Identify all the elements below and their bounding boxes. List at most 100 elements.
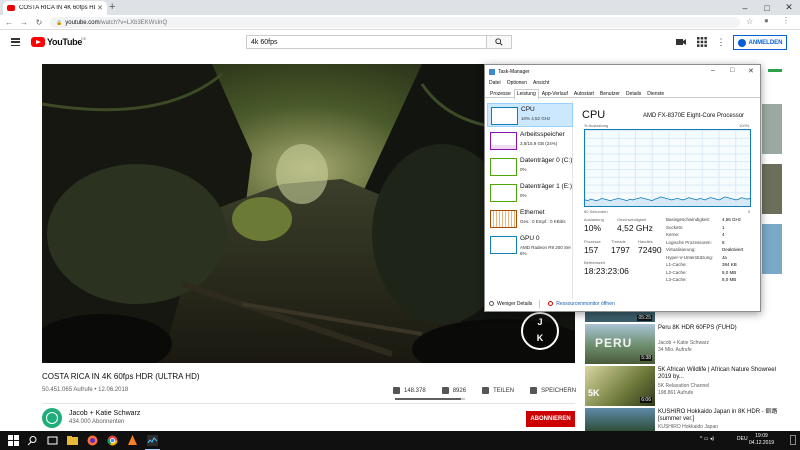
thumbs-down-icon[interactable] [441,387,449,394]
resource-monitor-link[interactable]: Ressourcenmonitor öffnen [556,301,615,307]
spec-key: Sockets: [666,224,684,230]
close-window-button[interactable]: ✕ [778,0,800,15]
taskbar-clock[interactable]: 19:09 04.12.2019 [749,433,774,447]
windows-start-icon[interactable] [8,435,19,446]
collapse-chevron-icon[interactable] [489,301,494,306]
channel-name[interactable]: Jacob + Katie Schwarz [69,410,140,417]
search-input[interactable]: 4k 60fps [246,35,486,49]
sidebar-item[interactable]: 5K 6:06 5K African Wildlife | African Na… [585,366,795,406]
sidebar-thumbnail[interactable]: PERU 5:38 [585,324,655,364]
share-icon[interactable] [482,387,490,394]
browser-tab[interactable]: COSTA RICA IN 4K 60fps HDR ✕ [3,1,107,15]
tm-close-button[interactable]: ✕ [748,67,754,75]
divider [42,403,575,404]
resource-memory[interactable]: Arbeitsspeicher 3,8/15,9 GB (24%) [487,129,573,153]
thumbs-up-icon[interactable] [393,387,400,394]
resource-cpu[interactable]: CPU 10% 4,52 GHz [487,103,573,127]
task-view-icon[interactable] [47,435,58,446]
address-bar-row: ← → ↻ 🔒 youtube.com /watch?v=LXb3EKWsInQ… [0,15,800,30]
sign-in-button[interactable]: ANMELDEN [733,35,787,50]
resource-disk-0[interactable]: Datenträger 0 (C:) 0% [487,155,573,179]
tab-processes[interactable]: Prozesse [487,89,514,97]
subscribe-button[interactable]: ABONNIEREN [526,411,575,427]
sidebar-thumbnail[interactable]: 5K 6:06 [585,366,655,406]
sidebar-item-views: 198.861 Aufrufe [658,390,694,396]
resource-gpu[interactable]: GPU 0 AMD Radeon R9 200 Ser 6% [487,233,573,263]
task-manager-taskbar-icon[interactable] [147,435,158,446]
sidebar-item-partial[interactable]: 05:25 [585,312,655,322]
tab-users[interactable]: Benutzer [597,89,623,97]
resource-disk-1[interactable]: Datenträger 1 (E:) 0% [487,181,573,205]
minimize-window-button[interactable]: – [734,0,756,15]
save-button[interactable]: SPEICHERN [541,388,576,394]
bookmark-star-icon[interactable]: ☆ [746,17,753,26]
sidebar-item-title[interactable]: 5K African Wildlife | African Nature Sho… [658,367,786,381]
tm-resource-list: CPU 10% 4,52 GHz Arbeitsspeicher 3,8/15,… [487,101,573,299]
vlc-icon[interactable] [127,435,138,446]
share-button[interactable]: TEILEN [493,388,514,394]
spec-key: Virtualisierung: [666,247,696,252]
dislike-count[interactable]: 8926 [453,388,466,394]
sidebar-item-channel[interactable]: 5K Relaxation Channel [658,383,709,389]
tab-startup[interactable]: Autostart [571,89,597,97]
account-icon[interactable]: ● [764,16,769,25]
back-icon[interactable]: ← [3,18,15,27]
sidebar-thumb-fragment[interactable] [762,104,782,154]
youtube-wordmark[interactable]: YouTube [47,37,82,47]
url-field[interactable]: 🔒 youtube.com /watch?v=LXb3EKWsInQ [50,17,740,28]
fewer-details-link[interactable]: Weniger Details [497,301,532,307]
tab-details[interactable]: Details [623,89,644,97]
input-language[interactable]: DEU [737,436,748,442]
graph-time-zero: 0 [748,209,751,214]
tab-services[interactable]: Dienste [644,89,667,97]
sidebar-item[interactable]: PERU 5:38 Peru 8K HDR 60FPS (FUHD) Jacob… [585,324,795,364]
close-tab-icon[interactable]: ✕ [97,4,103,12]
tm-menu-file[interactable]: Datei [489,80,501,86]
settings-dots-icon[interactable]: ⋮ [716,37,726,47]
firefox-icon[interactable] [87,435,98,446]
forward-icon[interactable]: → [18,18,30,27]
tm-maximize-button[interactable]: □ [730,67,734,74]
browser-tab-title: COSTA RICA IN 4K 60fps HDR [19,5,96,11]
sidebar-item-channel[interactable]: Jacob + Katie Schwarz [658,340,709,346]
sidebar-thumb-fragment[interactable] [762,164,782,214]
hamburger-menu-icon[interactable] [11,38,20,46]
resource-value: 0% [520,193,527,198]
reload-icon[interactable]: ↻ [33,18,45,27]
sidebar-item-title[interactable]: KUSHIRO Hokkaido Japan in 8K HDR - 釧路 [s… [658,409,786,423]
task-manager-titlebar[interactable]: Task-Manager [485,65,760,78]
maximize-window-button[interactable]: □ [756,0,778,15]
autoplay-toggle[interactable] [768,69,782,72]
tm-minimize-button[interactable]: – [711,67,715,74]
utilization-label: Auslastung [584,217,604,222]
new-tab-button[interactable]: + [109,1,115,13]
create-video-icon[interactable] [676,37,686,47]
spec-key: Hyper-V-Unterstützung: [666,254,714,260]
sidebar-item-channel[interactable]: KUSHIRO Hokkaido Japan [658,424,718,430]
notification-center-icon[interactable] [790,435,796,445]
tm-menu-options[interactable]: Optionen [507,80,527,86]
processes-label: Prozesse [584,239,601,244]
save-playlist-icon[interactable] [530,387,538,394]
tab-performance[interactable]: Leistung [513,89,539,99]
like-count[interactable]: 148.378 [404,388,426,394]
task-manager-window[interactable]: Task-Manager – □ ✕ Datei Optionen Ansich… [484,64,761,312]
chrome-icon[interactable] [107,435,118,446]
sidebar-item-title[interactable]: Peru 8K HDR 60FPS (FUHD) [658,325,786,332]
file-explorer-icon[interactable] [67,435,78,446]
channel-avatar[interactable] [42,408,62,428]
youtube-logo-icon[interactable] [31,37,45,47]
apps-grid-icon[interactable] [697,37,707,47]
taskbar-search-icon[interactable] [27,435,38,446]
processes-value: 157 [584,245,599,255]
browser-menu-icon[interactable]: ⋮ [782,16,790,25]
tab-app-history[interactable]: App-Verlauf [539,89,571,97]
tm-menu-view[interactable]: Ansicht [533,80,549,86]
search-button[interactable] [486,35,512,49]
sidebar-thumbnail[interactable] [585,408,655,431]
channel-watermark[interactable]: J K [521,312,559,350]
sidebar-item[interactable]: KUSHIRO Hokkaido Japan in 8K HDR - 釧路 [s… [585,408,795,431]
tray-icons[interactable]: ^ ▭ ◂) [700,436,714,442]
resource-ethernet[interactable]: Ethernet Ges.: 0 Empf.: 0 KBit/s [487,207,573,231]
sidebar-thumb-fragment[interactable] [762,224,782,274]
